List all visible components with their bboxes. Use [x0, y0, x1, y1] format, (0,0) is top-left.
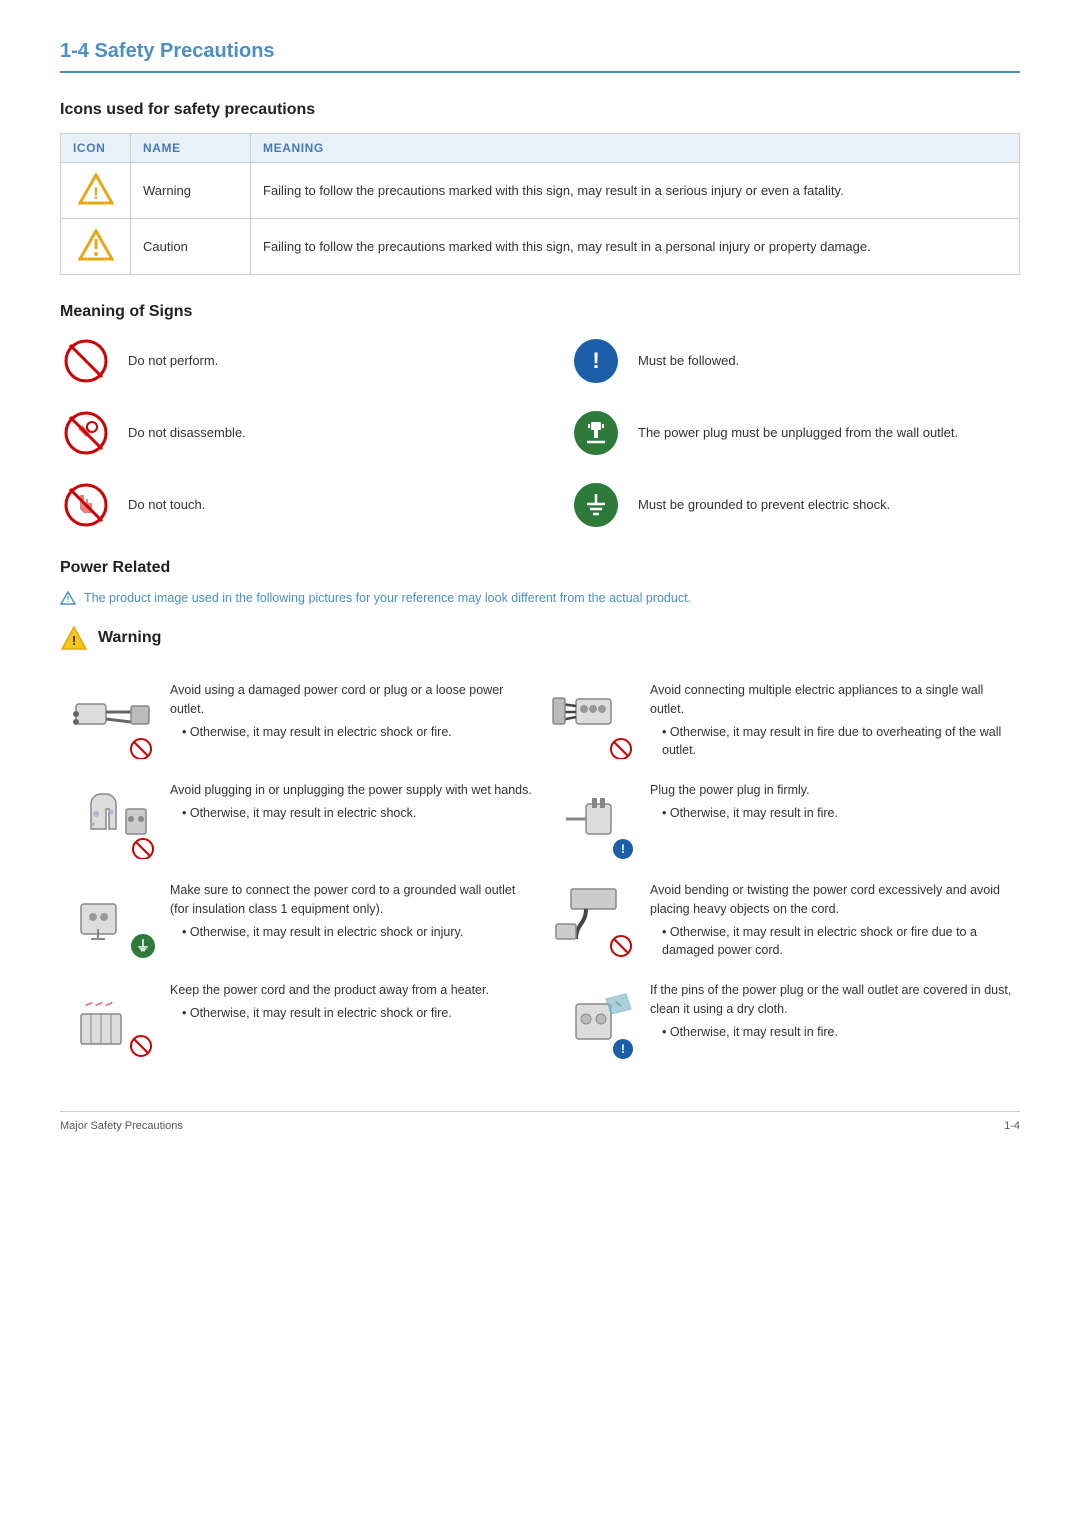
power-bullet-wet-hands: Otherwise, it may result in electric sho…	[170, 804, 532, 823]
power-item-multiple-appliances: Avoid connecting multiple electric appli…	[540, 671, 1020, 771]
warning-name-cell: Warning	[131, 163, 251, 219]
power-content-heater: Keep the power cord and the product away…	[170, 981, 532, 1023]
warning-title: ! Warning	[60, 625, 1020, 651]
page-title: 1-4 Safety Precautions	[60, 40, 275, 62]
power-main-plug-firmly: Plug the power plug in firmly.	[650, 781, 1012, 800]
warning-triangle-icon: !	[78, 173, 114, 205]
power-main-bending-cord: Avoid bending or twisting the power cord…	[650, 881, 1012, 919]
footer-right: 1-4	[1004, 1120, 1020, 1132]
sign-item-no-disassemble: Do not disassemble.	[60, 407, 510, 459]
sign-item-no-perform: Do not perform.	[60, 335, 510, 387]
table-header-name: NAME	[131, 134, 251, 163]
warning-label: Warning	[98, 629, 161, 647]
must-follow-circle: !	[574, 339, 618, 383]
must-follow-icon: !	[570, 335, 622, 387]
sign-item-must-follow: ! Must be followed.	[570, 335, 1020, 387]
ground-circle	[574, 483, 618, 527]
unplug-circle	[574, 411, 618, 455]
power-main-multiple-appliances: Avoid connecting multiple electric appli…	[650, 681, 1012, 719]
warning-icon-cell: !	[61, 163, 131, 219]
page-footer: Major Safety Precautions 1-4	[60, 1111, 1020, 1132]
power-img-heater	[68, 981, 158, 1061]
power-bullet-plug-firmly: Otherwise, it may result in fire.	[650, 804, 1012, 823]
caution-name-cell: Caution	[131, 219, 251, 275]
power-img-multiple-appliances	[548, 681, 638, 761]
svg-text:⏚: ⏚	[136, 938, 150, 954]
sign-text-no-disassemble: Do not disassemble.	[128, 424, 246, 442]
power-items-grid: Avoid using a damaged power cord or plug…	[60, 671, 1020, 1071]
power-img-grounded: ⏚	[68, 881, 158, 961]
power-content-multiple-appliances: Avoid connecting multiple electric appli…	[650, 681, 1012, 760]
power-bullet-bending-cord: Otherwise, it may result in electric sho…	[650, 923, 1012, 961]
power-item-dust: ! If the pins of the power plug or the w…	[540, 971, 1020, 1071]
power-content-plug-firmly: Plug the power plug in firmly. Otherwise…	[650, 781, 1012, 823]
svg-text:!: !	[93, 184, 99, 203]
no-disassemble-icon	[60, 407, 112, 459]
no-perform-icon	[60, 335, 112, 387]
unplug-icon	[570, 407, 622, 459]
table-row: Caution Failing to follow the precaution…	[61, 219, 1020, 275]
power-bullet-dust: Otherwise, it may result in fire.	[650, 1023, 1012, 1042]
svg-text:!: !	[621, 842, 625, 856]
power-item-plug-firmly: ! Plug the power plug in firmly. Otherwi…	[540, 771, 1020, 871]
icons-section-heading: Icons used for safety precautions	[60, 101, 1020, 119]
power-main-dust: If the pins of the power plug or the wal…	[650, 981, 1012, 1019]
page-header: 1-4 Safety Precautions	[60, 40, 1020, 73]
power-img-damaged-cord	[68, 681, 158, 761]
sign-text-unplug: The power plug must be unplugged from th…	[638, 424, 958, 442]
power-bullet-grounded: Otherwise, it may result in electric sho…	[170, 923, 532, 942]
power-bullet-heater: Otherwise, it may result in electric sho…	[170, 1004, 532, 1023]
power-main-wet-hands: Avoid plugging in or unplugging the powe…	[170, 781, 532, 800]
sign-text-no-perform: Do not perform.	[128, 352, 218, 370]
power-bullet-multiple-appliances: Otherwise, it may result in fire due to …	[650, 723, 1012, 761]
signs-grid: Do not perform. ! Must be followed. Do n…	[60, 335, 1020, 531]
sign-item-no-touch: Do not touch.	[60, 479, 510, 531]
power-section-heading: Power Related	[60, 559, 1020, 577]
caution-icon-cell	[61, 219, 131, 275]
power-content-bending-cord: Avoid bending or twisting the power cord…	[650, 881, 1012, 960]
power-main-grounded: Make sure to connect the power cord to a…	[170, 881, 532, 919]
power-item-heater: Keep the power cord and the product away…	[60, 971, 540, 1071]
signs-section-heading: Meaning of Signs	[60, 303, 1020, 321]
power-content-grounded: Make sure to connect the power cord to a…	[170, 881, 532, 941]
warning-meaning-cell: Failing to follow the precautions marked…	[251, 163, 1020, 219]
power-item-grounded: ⏚ Make sure to connect the power cord to…	[60, 871, 540, 971]
ground-icon	[570, 479, 622, 531]
table-header-meaning: MEANING	[251, 134, 1020, 163]
svg-text:!: !	[72, 633, 76, 648]
svg-text:!: !	[621, 1042, 625, 1056]
power-main-heater: Keep the power cord and the product away…	[170, 981, 532, 1000]
footer-left: Major Safety Precautions	[60, 1120, 183, 1132]
warning-title-icon: !	[60, 625, 88, 651]
no-touch-icon	[60, 479, 112, 531]
power-content-damaged-cord: Avoid using a damaged power cord or plug…	[170, 681, 532, 741]
caution-triangle-icon	[78, 229, 114, 261]
power-item-damaged-cord: Avoid using a damaged power cord or plug…	[60, 671, 540, 771]
notice-text: The product image used in the following …	[84, 591, 691, 605]
caution-meaning-cell: Failing to follow the precautions marked…	[251, 219, 1020, 275]
power-main-damaged-cord: Avoid using a damaged power cord or plug…	[170, 681, 532, 719]
sign-text-no-touch: Do not touch.	[128, 496, 205, 514]
notice-icon: !	[60, 591, 76, 605]
svg-text:!: !	[67, 595, 70, 604]
table-header-icon: ICON	[61, 134, 131, 163]
sign-text-must-follow: Must be followed.	[638, 352, 739, 370]
power-content-wet-hands: Avoid plugging in or unplugging the powe…	[170, 781, 532, 823]
sign-item-unplug: The power plug must be unplugged from th…	[570, 407, 1020, 459]
table-row: ! Warning Failing to follow the precauti…	[61, 163, 1020, 219]
sign-text-ground: Must be grounded to prevent electric sho…	[638, 496, 890, 514]
power-content-dust: If the pins of the power plug or the wal…	[650, 981, 1012, 1041]
power-img-plug-firmly: !	[548, 781, 638, 861]
power-img-wet-hands	[68, 781, 158, 861]
power-item-wet-hands: Avoid plugging in or unplugging the powe…	[60, 771, 540, 871]
power-img-dust: !	[548, 981, 638, 1061]
sign-item-ground: Must be grounded to prevent electric sho…	[570, 479, 1020, 531]
power-item-bending-cord: Avoid bending or twisting the power cord…	[540, 871, 1020, 971]
power-img-bending-cord	[548, 881, 638, 961]
icons-table: ICON NAME MEANING ! Warning Failing to f…	[60, 133, 1020, 275]
power-bullet-damaged-cord: Otherwise, it may result in electric sho…	[170, 723, 532, 742]
notice-box: ! The product image used in the followin…	[60, 591, 1020, 605]
